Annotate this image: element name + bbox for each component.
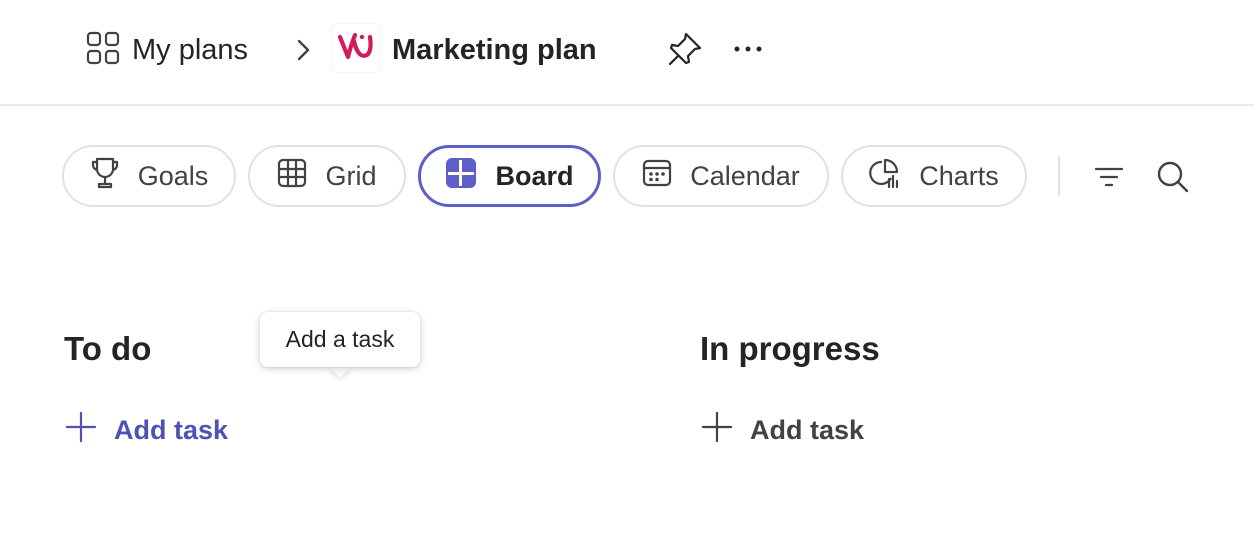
plan-logo-icon [332, 24, 380, 72]
plan-title: Marketing plan [392, 33, 597, 66]
add-task-label: Add task [750, 414, 865, 445]
column-title-to-do: To do [64, 330, 152, 367]
add-task-tooltip: Add a task [260, 312, 420, 367]
my-plans-link[interactable]: My plans [86, 28, 248, 72]
search-icon[interactable] [1152, 156, 1194, 198]
calendar-icon [642, 158, 672, 195]
my-plans-label: My plans [132, 33, 249, 66]
tab-grid[interactable]: Grid [248, 145, 406, 207]
tab-calendar-label: Calendar [690, 160, 800, 191]
grid-apps-icon [86, 31, 120, 70]
trophy-icon [90, 156, 120, 197]
tab-calendar[interactable]: Calendar [613, 145, 829, 207]
add-task-button-to-do[interactable]: Add task [64, 410, 228, 450]
plus-icon [700, 410, 734, 451]
chart-icon [869, 157, 901, 196]
tab-charts[interactable]: Charts [841, 145, 1027, 207]
plan-header: My plans Marketing plan [0, 0, 1254, 106]
add-task-label: Add task [114, 414, 229, 445]
chevron-right-icon [290, 34, 318, 66]
add-task-button-in-progress[interactable]: Add task [700, 410, 864, 450]
more-icon[interactable] [732, 30, 766, 68]
column-title-in-progress: In progress [700, 330, 880, 367]
toolbar-divider [1058, 156, 1060, 196]
tab-goals-label: Goals [137, 160, 209, 191]
tab-charts-label: Charts [919, 160, 999, 191]
tab-goals[interactable]: Goals [62, 145, 236, 207]
table-icon [277, 158, 307, 195]
pin-icon[interactable] [666, 30, 704, 68]
board-icon [445, 157, 477, 196]
tab-board[interactable]: Board [418, 145, 601, 207]
tab-grid-label: Grid [325, 160, 377, 191]
filter-icon[interactable] [1088, 156, 1130, 198]
tab-board-label: Board [495, 160, 574, 191]
plus-icon [64, 410, 98, 451]
